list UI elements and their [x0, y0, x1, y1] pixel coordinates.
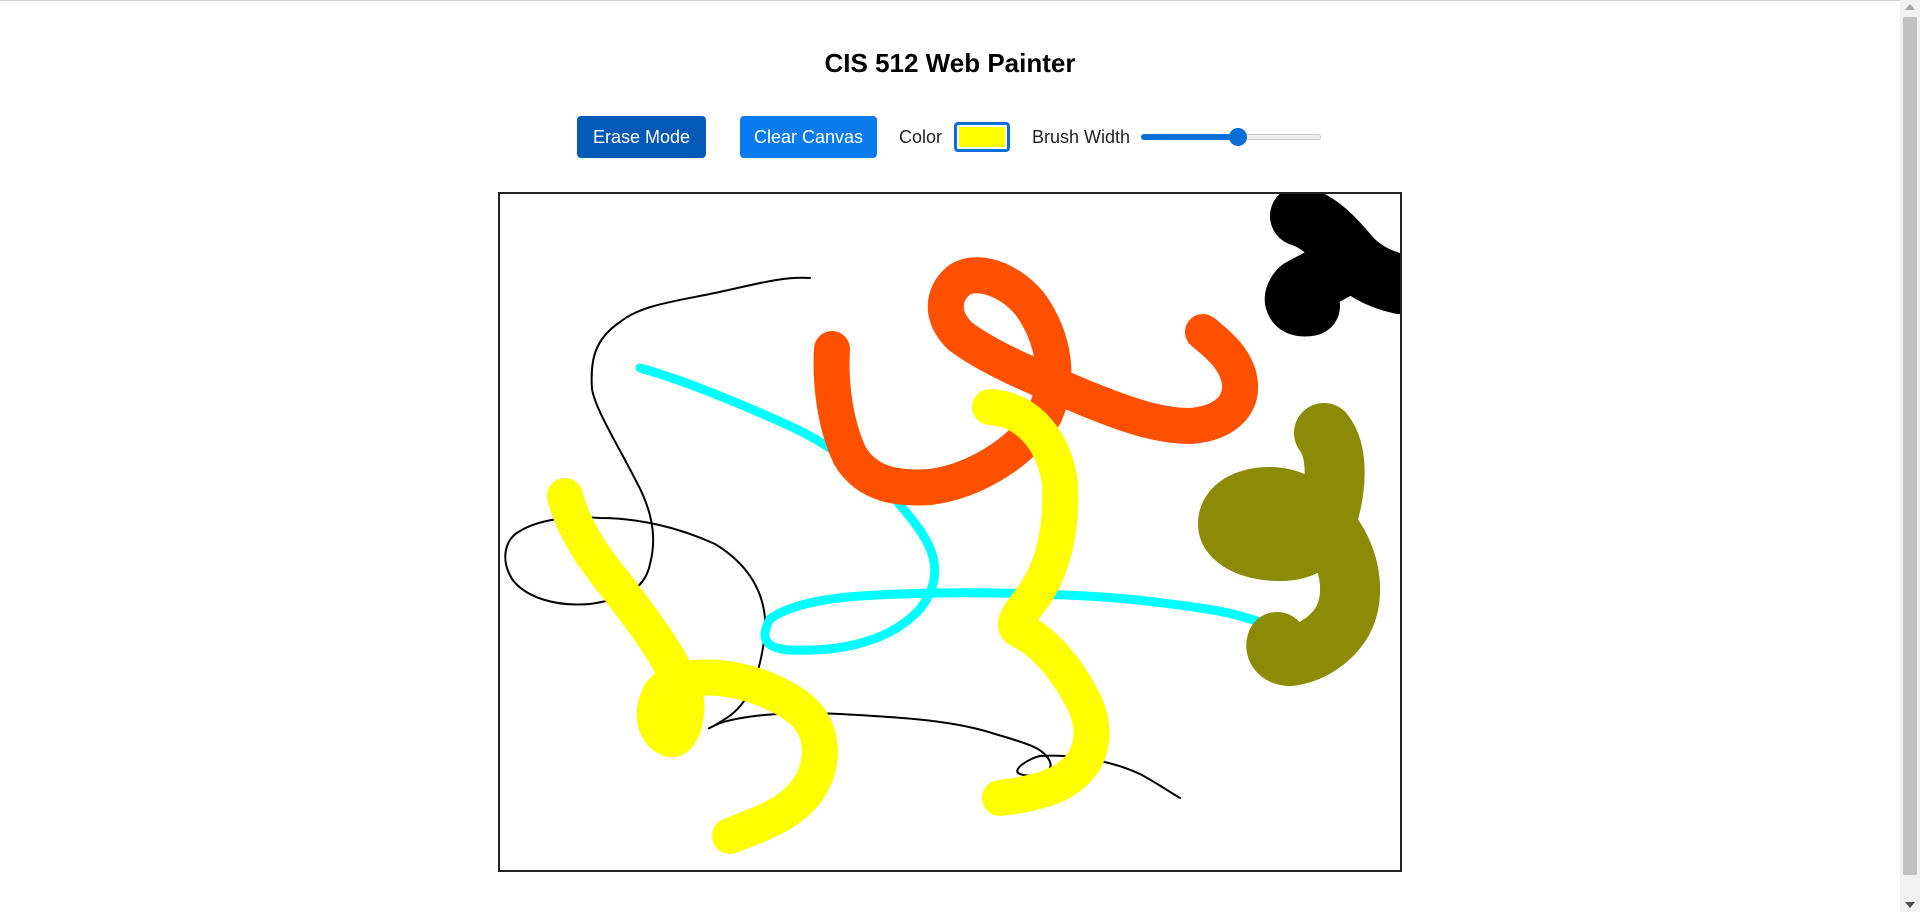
- canvas-drawing: [504, 194, 1400, 854]
- browser-edge-line: [0, 0, 1900, 1]
- clear-canvas-button[interactable]: Clear Canvas: [740, 116, 877, 158]
- slider-thumb[interactable]: [1229, 128, 1247, 146]
- color-picker-fill: [959, 127, 1005, 147]
- brush-width-label: Brush Width: [1032, 127, 1131, 147]
- slider-track-fill: [1141, 134, 1238, 140]
- scrollbar-thumb[interactable]: [1903, 17, 1917, 875]
- olive-stroke: [1198, 403, 1381, 686]
- page-scrollbar[interactable]: [1900, 0, 1920, 912]
- web-painter-page: CIS 512 Web Painter Erase Mode Clear Can…: [0, 0, 1920, 912]
- drawing-canvas[interactable]: [498, 192, 1402, 872]
- brush-width-slider[interactable]: [1141, 128, 1321, 146]
- page-title: CIS 512 Web Painter: [824, 48, 1076, 78]
- color-picker[interactable]: [954, 122, 1010, 152]
- toolbar: Erase Mode Clear Canvas Color Brush Widt…: [0, 116, 1900, 158]
- scroll-down-icon[interactable]: [1905, 902, 1915, 908]
- black-blob-stroke: [1265, 194, 1400, 337]
- scroll-up-icon[interactable]: [1905, 4, 1915, 10]
- erase-mode-button[interactable]: Erase Mode: [577, 116, 706, 158]
- color-label: Color: [899, 127, 943, 147]
